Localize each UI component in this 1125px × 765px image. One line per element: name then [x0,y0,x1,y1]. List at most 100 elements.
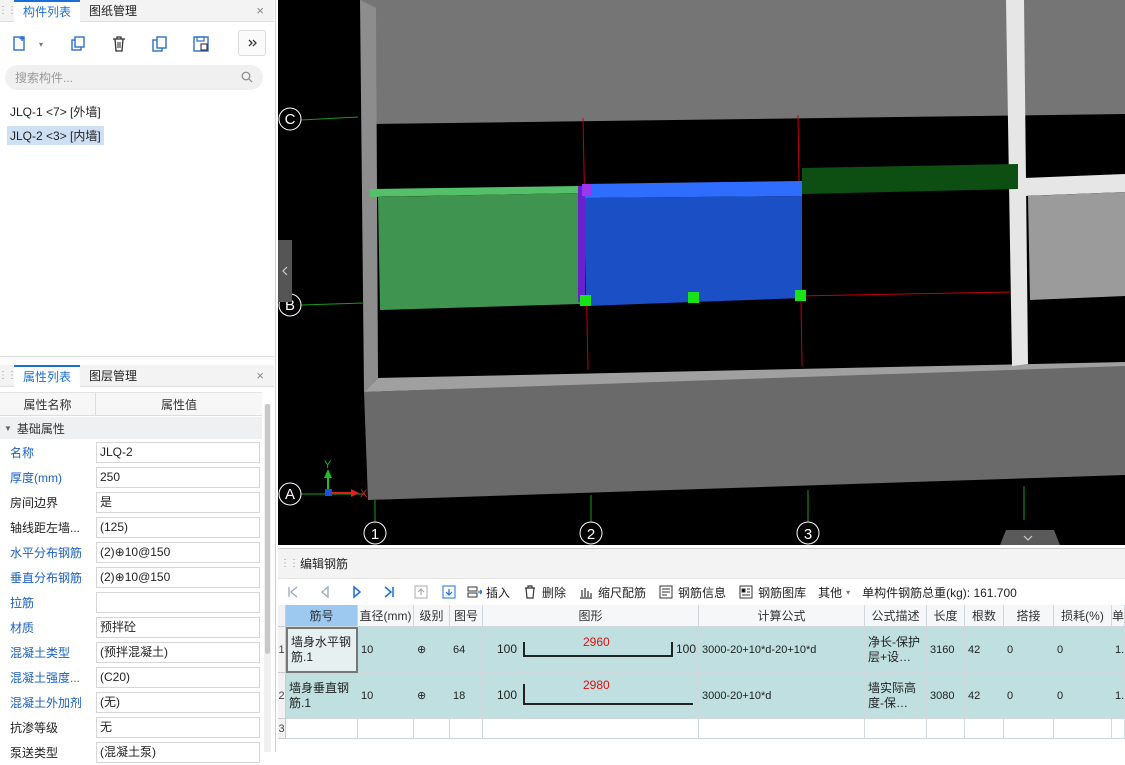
property-scrollbar[interactable] [264,404,271,752]
left-collapse-handle[interactable] [278,240,292,302]
column-header-diameter[interactable]: 直径(mm) [358,605,414,627]
row-number[interactable]: 1 [278,627,286,673]
column-header-figure-no[interactable]: 图号 [450,605,483,627]
column-header-formula[interactable]: 计算公式 [699,605,865,627]
copy-button[interactable] [64,30,92,58]
cell-grade[interactable] [414,719,450,739]
other-dropdown[interactable]: 其他 ▾ [818,584,850,601]
cell-lap[interactable] [1004,719,1054,739]
new-component-button[interactable] [6,30,34,58]
property-value-field[interactable]: JLQ-2 [96,442,260,463]
cell-formula-desc[interactable]: 墙实际高度-保… [865,673,927,719]
cell-loss[interactable]: 0 [1054,673,1112,719]
property-value-field[interactable]: (C20) [96,667,260,688]
column-header-lap[interactable]: 搭接 [1004,605,1054,627]
property-row[interactable]: 混凝土类型 (预拌混凝土) [0,640,262,665]
close-icon[interactable]: × [256,3,264,18]
grip-handle-mid[interactable] [688,292,699,303]
component-item-jlq-1[interactable]: JLQ-1 <7> [外墙] [7,102,104,121]
cell-diameter[interactable]: 10 [358,673,414,719]
property-row[interactable]: 拉筋 [0,590,262,615]
save-template-button[interactable] [187,30,215,58]
drag-grip-icon[interactable]: ⋮⋮ [0,0,17,21]
cell-formula[interactable]: 3000-20+10*d [699,673,865,719]
cell-length[interactable]: 3080 [927,673,965,719]
property-row[interactable]: 材质 预拌砼 [0,615,262,640]
property-row[interactable]: 轴线距左墙... (125) [0,515,262,540]
cell-formula-desc[interactable]: 净长-保护层+设… [865,627,927,673]
rebar-library-button[interactable]: 钢筋图库 [738,584,806,601]
panel-splitter[interactable] [0,356,274,360]
close-icon[interactable]: × [256,368,264,383]
cell-unit-weight[interactable]: 1. [1112,673,1125,719]
column-header-loss[interactable]: 损耗(%) [1054,605,1112,627]
table-row[interactable]: 1 墙身水平钢筋.1 10 ⊕ 64 100 2960 100 3000-20+10*d-20+… [278,627,1125,673]
property-row[interactable]: 泵送类型 (混凝土泵) [0,740,262,765]
last-button[interactable] [382,585,396,599]
blue-wall-jlq-2[interactable] [584,196,802,306]
cell-grade[interactable]: ⊕ [414,673,450,719]
column-header-unit-weight[interactable]: 单 [1112,605,1125,627]
component-item-jlq-2[interactable]: JLQ-2 <3> [内墙] [7,126,104,145]
cell-lap[interactable]: 0 [1004,673,1054,719]
cell-diameter[interactable]: 10 [358,627,414,673]
row-number[interactable]: 3 [278,719,286,739]
cell-grade[interactable]: ⊕ [414,627,450,673]
table-row[interactable]: 3 [278,719,1125,739]
column-header-rebar-name[interactable]: 筋号 [286,605,358,627]
cell-figure-no[interactable]: 18 [450,673,483,719]
right-wall[interactable] [1028,192,1125,300]
property-value-field[interactable]: 是 [96,492,260,513]
property-row[interactable]: 垂直分布钢筋 (2)⊕10@150 [0,565,262,590]
grip-handle-left[interactable] [580,295,591,306]
layer-copy-button[interactable] [146,30,174,58]
search-input[interactable]: 搜索构件... [5,65,263,90]
cell-diameter[interactable] [358,719,414,739]
next-button[interactable] [350,585,364,599]
property-row[interactable]: 水平分布钢筋 (2)⊕10@150 [0,540,262,565]
column-header-formula-desc[interactable]: 公式描述 [865,605,927,627]
property-value-field[interactable]: (混凝土泵) [96,742,260,763]
delete-button[interactable] [105,30,133,58]
tab-property-list[interactable]: 属性列表 [14,364,81,387]
insert-button[interactable]: 插入 [466,584,510,601]
dark-green-beam[interactable] [802,164,1018,194]
row-number[interactable]: 2 [278,673,286,719]
property-value-field[interactable] [96,592,260,613]
cell-loss[interactable] [1054,719,1112,739]
cell-length[interactable] [927,719,965,739]
cell-length[interactable]: 3160 [927,627,965,673]
move-up-button[interactable] [414,585,428,599]
cell-unit-weight[interactable] [1112,719,1125,739]
cell-figure-no[interactable]: 64 [450,627,483,673]
collapse-triangle-icon[interactable]: ▼ [4,424,12,433]
cell-loss[interactable]: 0 [1054,627,1112,673]
cell-rebar-name[interactable] [286,719,358,739]
property-value-field[interactable]: (无) [96,692,260,713]
more-button[interactable] [238,30,266,56]
property-value-field[interactable]: (2)⊕10@150 [96,567,260,588]
move-down-button[interactable] [442,585,456,599]
column-header-count[interactable]: 根数 [965,605,1004,627]
property-group-basic[interactable]: ▼ 基础属性 [0,417,262,439]
cell-lap[interactable]: 0 [1004,627,1054,673]
property-row[interactable]: 厚度(mm) 250 [0,465,262,490]
scale-rebar-button[interactable]: 缩尺配筋 [578,584,646,601]
model-canvas[interactable]: C B A 1 2 3 Y X [278,0,1125,545]
cell-count[interactable]: 42 [965,673,1004,719]
cell-shape[interactable]: 100 2980 [483,673,699,719]
property-row[interactable]: 混凝土强度... (C20) [0,665,262,690]
column-header-grade[interactable]: 级别 [414,605,450,627]
chevron-down-icon[interactable]: ▾ [36,30,46,58]
delete-row-button[interactable]: 删除 [522,584,566,601]
cell-formula-desc[interactable] [865,719,927,739]
grip-handle-right[interactable] [795,290,806,301]
cell-formula[interactable] [699,719,865,739]
search-icon[interactable] [241,71,253,83]
cell-unit-weight[interactable]: 1. [1112,627,1125,673]
property-row[interactable]: 名称 JLQ-2 [0,440,262,465]
drag-grip-icon[interactable]: ⋮⋮ [278,549,300,578]
property-value-field[interactable]: 预拌砼 [96,617,260,638]
property-row[interactable]: 房间边界 是 [0,490,262,515]
column-header-length[interactable]: 长度 [927,605,965,627]
